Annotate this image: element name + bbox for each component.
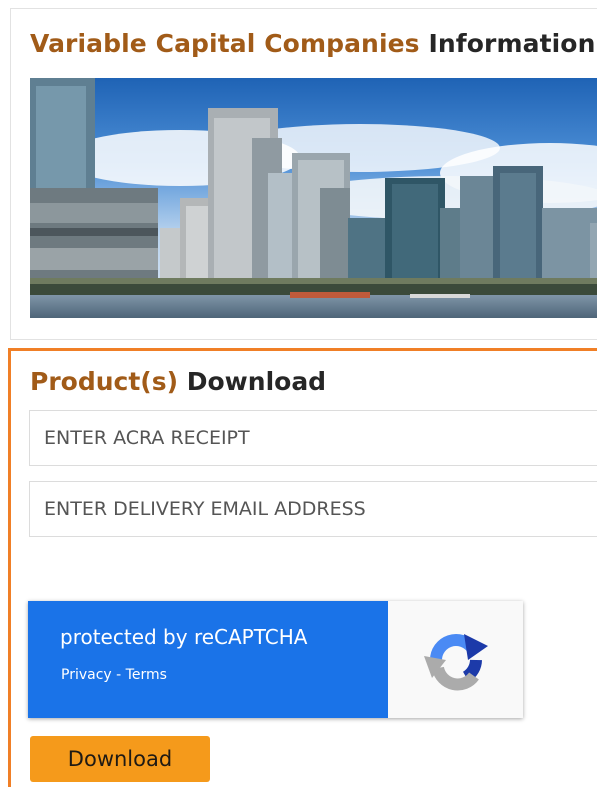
privacy-link[interactable]: Privacy [61,667,112,683]
acra-receipt-input[interactable] [29,410,597,466]
info-panel: Variable Capital Companies Information [10,8,597,340]
product-download-section: Product(s) Download protected by reCAPTC… [8,348,597,787]
title-rest: Information [428,29,596,58]
section-title: Product(s) Download [30,367,326,396]
page-title: Variable Capital Companies Information [30,29,595,58]
link-separator: - [111,667,126,683]
page: Variable Capital Companies Information P… [0,0,597,787]
recaptcha-links: Privacy - Terms [61,667,167,683]
recaptcha-protected-text: protected by reCAPTCHA [60,625,308,649]
section-title-rest: Download [186,367,327,396]
recaptcha-info-panel: protected by reCAPTCHA Privacy - Terms [28,601,388,718]
recaptcha-logo-icon [388,601,523,718]
recaptcha-badge[interactable]: protected by reCAPTCHA Privacy - Terms [28,601,523,718]
terms-link[interactable]: Terms [126,667,167,683]
delivery-email-input[interactable] [29,481,597,537]
section-title-accent: Product(s) [30,367,179,396]
title-accent: Variable Capital Companies [30,29,420,58]
skyline-banner-image [30,78,597,318]
download-button[interactable]: Download [30,736,210,782]
